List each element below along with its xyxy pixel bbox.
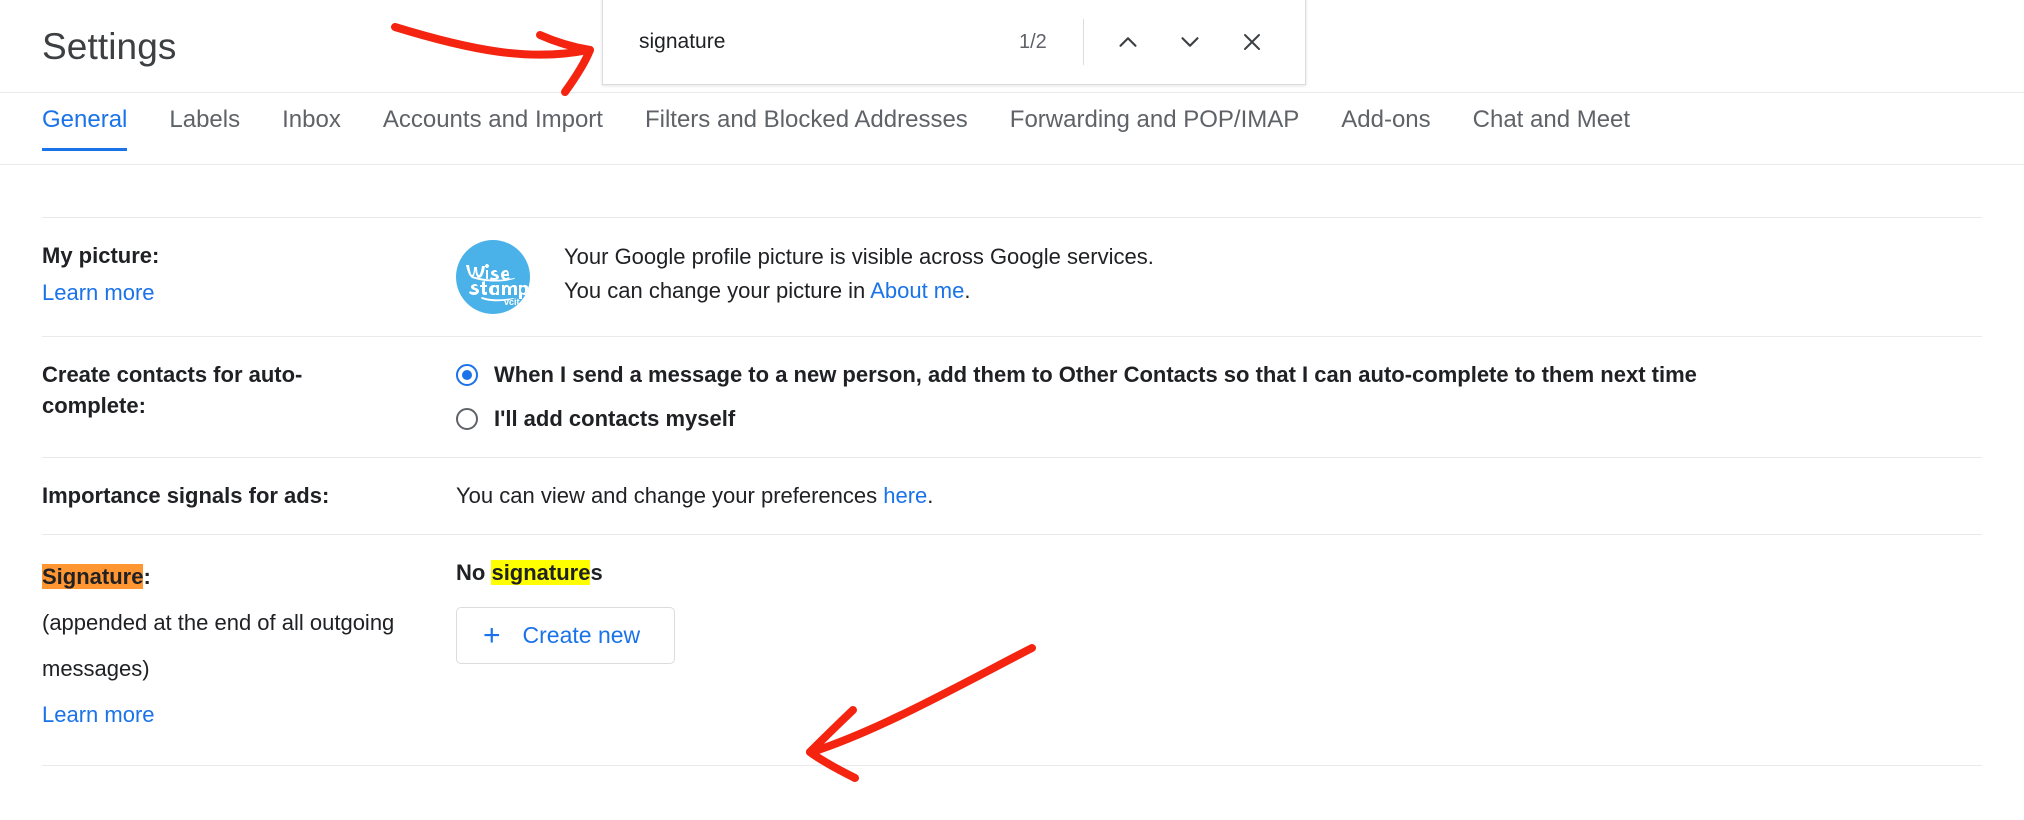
signature-label-colon: :: [143, 564, 150, 589]
importance-signals-text-suffix: .: [927, 483, 933, 508]
tab-label: Filters and Blocked Addresses: [645, 106, 968, 133]
setting-row-signature: Signature: (appended at the end of all o…: [42, 534, 1982, 766]
find-next-button[interactable]: [1162, 14, 1218, 70]
chevron-up-icon: [1113, 27, 1143, 57]
create-contacts-label-line2: complete:: [42, 393, 146, 418]
tab-chat-and-meet[interactable]: Chat and Meet: [1473, 93, 1630, 151]
radio-button-auto-add[interactable]: [456, 364, 478, 386]
tab-labels[interactable]: Labels: [169, 93, 240, 151]
tab-label: General: [42, 106, 127, 133]
my-picture-line2-suffix: .: [964, 278, 970, 303]
my-picture-description: Your Google profile picture is visible a…: [564, 240, 1154, 308]
no-signatures-highlight: signature: [491, 560, 590, 585]
find-input[interactable]: [639, 30, 1019, 54]
tab-label: Forwarding and POP/IMAP: [1010, 106, 1299, 133]
setting-row-create-contacts: Create contacts for auto- complete: When…: [42, 336, 1982, 457]
create-contacts-option-auto[interactable]: When I send a message to a new person, a…: [456, 359, 1982, 391]
my-picture-line2: You can change your picture in About me.: [564, 274, 1154, 308]
close-icon: [1238, 28, 1266, 56]
importance-signals-here-link[interactable]: here: [883, 483, 927, 508]
create-contacts-option2-label: I'll add contacts myself: [494, 403, 735, 435]
create-contacts-label: Create contacts for auto- complete:: [42, 359, 456, 421]
tab-label: Accounts and Import: [383, 106, 603, 133]
setting-row-my-picture: My picture: Learn more: [42, 217, 1982, 336]
my-picture-line2-prefix: You can change your picture in: [564, 278, 870, 303]
chevron-down-icon: [1175, 27, 1205, 57]
tab-inbox[interactable]: Inbox: [282, 93, 341, 151]
find-close-button[interactable]: [1224, 14, 1280, 70]
create-contacts-option-manual[interactable]: I'll add contacts myself: [456, 403, 1982, 435]
my-picture-label: My picture: Learn more: [42, 240, 456, 308]
tab-add-ons[interactable]: Add-ons: [1341, 93, 1430, 151]
avatar[interactable]: vcit: [456, 240, 530, 314]
tab-label: Add-ons: [1341, 106, 1430, 133]
svg-text:vcit: vcit: [504, 297, 520, 307]
create-contacts-options: When I send a message to a new person, a…: [456, 359, 1982, 435]
setting-row-importance-signals: Importance signals for ads: You can view…: [42, 457, 1982, 534]
tab-label: Labels: [169, 106, 240, 133]
about-me-link[interactable]: About me: [870, 278, 964, 303]
plus-icon: +: [483, 624, 501, 648]
signature-sub-line2: messages): [42, 649, 436, 689]
my-picture-label-text: My picture:: [42, 243, 159, 268]
tab-label: Chat and Meet: [1473, 106, 1630, 133]
signature-label-highlight: Signature: [42, 564, 143, 589]
find-match-count: 1/2: [1019, 31, 1047, 54]
find-divider: [1083, 19, 1084, 65]
signature-label: Signature: (appended at the end of all o…: [42, 557, 456, 735]
create-new-signature-button[interactable]: + Create new: [456, 607, 675, 664]
no-signatures-suffix: s: [590, 560, 602, 585]
my-picture-learn-more-link[interactable]: Learn more: [42, 277, 436, 308]
my-picture-value: vcit Your Google profile picture is visi…: [456, 240, 1982, 314]
signature-learn-more-link[interactable]: Learn more: [42, 695, 436, 735]
importance-signals-value: You can view and change your preferences…: [456, 480, 1982, 512]
wisestamp-logo-icon: vcit: [456, 240, 530, 314]
importance-signals-text-prefix: You can view and change your preferences: [456, 483, 883, 508]
create-new-label: Create new: [523, 622, 641, 649]
importance-signals-label: Importance signals for ads:: [42, 480, 456, 511]
signature-sub-line1: (appended at the end of all outgoing: [42, 603, 436, 643]
find-previous-button[interactable]: [1100, 14, 1156, 70]
create-contacts-label-line1: Create contacts for auto-: [42, 362, 302, 387]
tab-label: Inbox: [282, 106, 341, 133]
page-title: Settings: [42, 24, 177, 70]
my-picture-line1: Your Google profile picture is visible a…: [564, 240, 1154, 274]
find-in-page-bar: 1/2: [602, 0, 1306, 85]
no-signatures-text: No signatures: [456, 557, 603, 589]
signature-value: No signatures + Create new: [456, 557, 1982, 664]
tab-accounts-and-import[interactable]: Accounts and Import: [383, 93, 603, 151]
settings-header: Settings 1/2: [0, 0, 2024, 93]
create-contacts-option1-label: When I send a message to a new person, a…: [494, 359, 1697, 391]
tab-forwarding-and-pop-imap[interactable]: Forwarding and POP/IMAP: [1010, 93, 1299, 151]
settings-tabs: General Labels Inbox Accounts and Import…: [0, 93, 2024, 165]
tab-general[interactable]: General: [42, 93, 127, 151]
settings-content: My picture: Learn more: [0, 165, 2024, 766]
radio-button-manual-add[interactable]: [456, 408, 478, 430]
tab-filters-and-blocked-addresses[interactable]: Filters and Blocked Addresses: [645, 93, 968, 151]
no-signatures-prefix: No: [456, 560, 491, 585]
